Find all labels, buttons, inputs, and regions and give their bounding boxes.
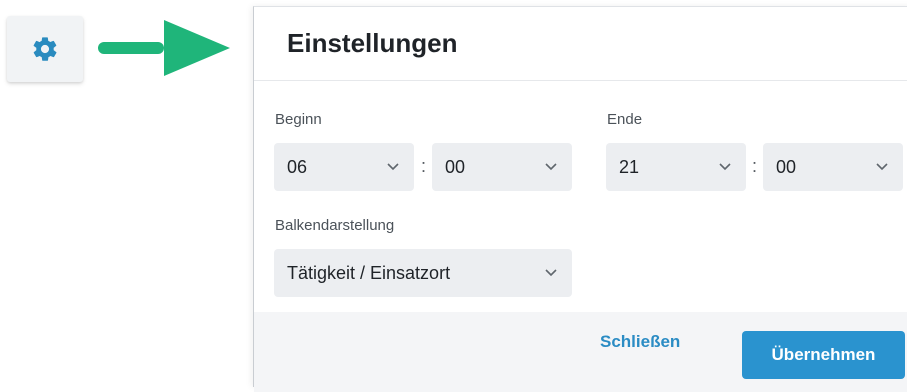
settings-dialog: Einstellungen Beginn 06 : 00 Ende 21 : 0… (253, 6, 907, 392)
bar-display-value: Tätigkeit / Einsatzort (287, 262, 451, 283)
bar-display-label: Balkendarstellung (275, 217, 395, 234)
end-hour-select[interactable]: 21 (606, 143, 746, 191)
gear-icon (33, 37, 57, 61)
end-minute-select[interactable]: 00 (763, 143, 903, 191)
end-minute-value: 00 (776, 156, 797, 177)
chevron-down-icon (876, 163, 888, 171)
end-hour-value: 21 (619, 156, 640, 177)
end-time-separator: : (752, 156, 758, 176)
begin-minute-value: 00 (445, 156, 466, 177)
begin-hour-select[interactable]: 06 (274, 143, 414, 191)
begin-time-separator: : (421, 156, 427, 176)
apply-button-label: Übernehmen (771, 345, 876, 364)
begin-label: Beginn (275, 111, 322, 128)
dialog-header: Einstellungen (254, 7, 907, 81)
chevron-down-icon (387, 163, 399, 171)
end-label: Ende (607, 111, 643, 128)
apply-button[interactable]: Übernehmen (742, 331, 905, 379)
bar-display-select[interactable]: Tätigkeit / Einsatzort (274, 249, 572, 297)
chevron-down-icon (719, 163, 731, 171)
close-button[interactable]: Schließen (600, 332, 680, 352)
chevron-down-icon (545, 163, 557, 171)
begin-hour-value: 06 (287, 156, 308, 177)
arrow-right-icon (98, 20, 230, 76)
chevron-down-icon (545, 269, 557, 277)
settings-gear-button[interactable] (7, 16, 83, 82)
begin-minute-select[interactable]: 00 (432, 143, 572, 191)
dialog-title: Einstellungen (287, 28, 458, 58)
